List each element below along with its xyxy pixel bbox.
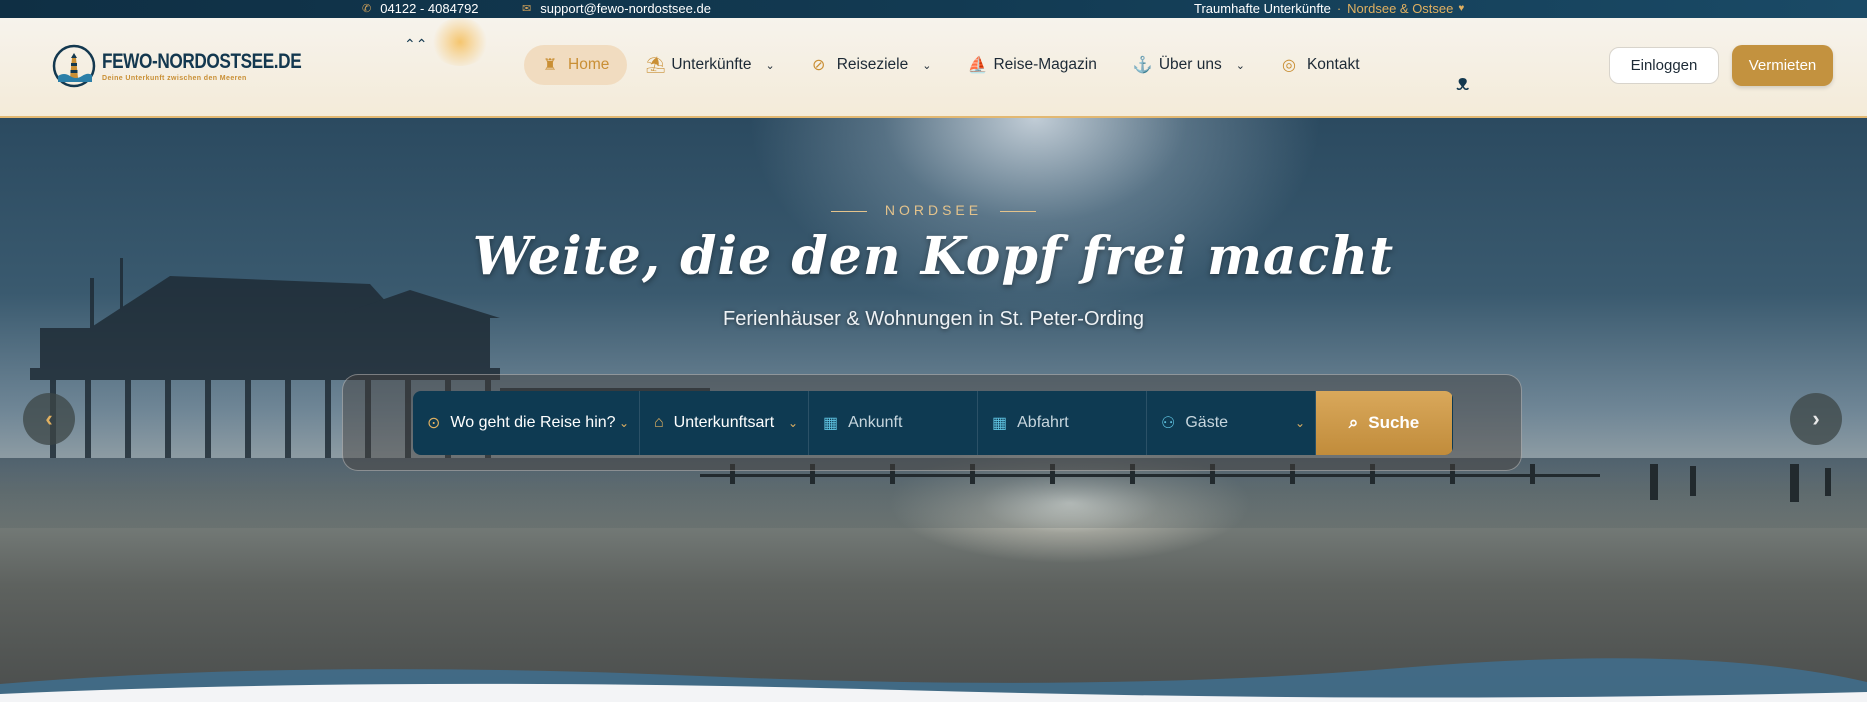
hero-title: Weite, die den Kopf frei macht [472,226,1395,287]
heart-icon: ♥ [1458,3,1465,14]
mail-icon: ✉ [522,3,532,15]
compass-icon: ⊘ [812,57,826,74]
separator-dot: · [1336,1,1342,16]
phone-contact[interactable]: ✆ 04122 - 4084792 [362,1,479,16]
crab-decoration-icon: ᴥ [1456,70,1470,95]
slider-next-button[interactable]: › [1790,393,1842,445]
nav-item-home[interactable]: ♜ Home [524,45,628,85]
chevron-right-icon: › [1812,406,1820,431]
calendar-icon: ▦ [823,415,839,432]
search-panel: ⊙ Wo geht die Reise hin? ⌄ ⌂ Unterkunfts… [342,374,1522,471]
anchor-icon: ⚓ [1132,57,1153,74]
accommodation-type-value: Unterkunftsart [673,414,775,431]
tagline-text: Traumhafte Unterkünfte [1194,1,1331,16]
search-icon: ⌕ [1348,413,1359,432]
accommodation-type-select[interactable]: ⌂ Unterkunftsart ⌄ [640,391,809,455]
slider-prev-button[interactable]: ‹ [23,393,75,445]
destination-select[interactable]: ⊙ Wo geht die Reise hin? ⌄ [413,391,640,455]
arrival-placeholder: Ankunft [848,414,903,431]
logo-subtitle: Deine Unterkunft zwischen den Meeren [102,75,247,82]
birds-decoration-icon: ⌃⌃ [404,36,428,52]
search-button-label: Suche [1368,413,1420,432]
arrival-date-input[interactable]: ▦ Ankunft [809,391,978,455]
nav-label: Kontakt [1306,56,1360,73]
hero-kicker: NORDSEE [0,202,1867,218]
chevron-down-icon: ⌄ [1235,59,1245,72]
nav-item-reiseziele[interactable]: ⊘ Reiseziele ⌄ [793,45,950,85]
calendar-icon: ▦ [992,415,1008,432]
departure-date-input[interactable]: ▦ Abfahrt [978,391,1147,455]
top-info-bar: ✆ 04122 - 4084792 ✉ support@fewo-nordost… [0,0,1867,18]
main-navigation: ♜ Home ⛱ Unterkünfte ⌄ ⊘ Reiseziele ⌄ ⛵ … [524,45,1378,85]
rent-button[interactable]: Vermieten [1732,45,1833,86]
nav-item-reise-magazin[interactable]: ⛵ Reise-Magazin [949,45,1114,85]
nav-item-ueber-uns[interactable]: ⚓ Über uns ⌄ [1115,45,1263,85]
lighthouse-logo-icon [52,44,96,88]
users-icon: ⚇ [1161,415,1176,432]
tagline-accent: Nordsee & Ostsee [1347,1,1454,16]
kicker-line [830,210,867,212]
chevron-down-icon: ⌄ [1294,416,1305,430]
house-icon: ⌂ [654,414,664,431]
nav-label: Home [568,56,610,73]
guests-placeholder: Gäste [1185,414,1229,431]
bottom-wave-divider [0,658,1867,702]
phone-number[interactable]: 04122 - 4084792 [380,1,478,16]
beach-chair-icon: ⛱ [645,57,666,74]
sun-decoration-icon [430,18,490,66]
email-address[interactable]: support@fewo-nordostsee.de [540,1,711,16]
hero-section: NORDSEE Weite, die den Kopf frei macht F… [0,118,1867,702]
sailboat-icon: ⛵ [967,57,988,74]
guests-select[interactable]: ⚇ Gäste ⌄ [1147,391,1316,455]
site-header: FEWO-NORDOSTSEE.DE Deine Unterkunft zwis… [0,18,1867,118]
lighthouse-icon: ♜ [542,57,558,74]
kicker-line [1000,210,1037,212]
destination-value: Wo geht die Reise hin? [450,414,616,431]
chevron-left-icon: ‹ [45,406,53,431]
login-button[interactable]: Einloggen [1609,47,1719,84]
nav-label: Reise-Magazin [993,56,1097,73]
chevron-down-icon: ⌄ [922,59,932,72]
nav-label: Unterkünfte [671,56,752,73]
departure-placeholder: Abfahrt [1017,414,1069,431]
hero-subtitle: Ferienhäuser & Wohnungen in St. Peter-Or… [723,308,1144,330]
phone-icon: ✆ [362,3,372,15]
kicker-text: NORDSEE [884,202,983,218]
nav-item-kontakt[interactable]: ◎ Kontakt [1263,45,1378,85]
search-form: ⊙ Wo geht die Reise hin? ⌄ ⌂ Unterkunfts… [413,391,1453,455]
site-logo[interactable]: FEWO-NORDOSTSEE.DE Deine Unterkunft zwis… [52,44,345,88]
chevron-down-icon: ⌄ [618,416,629,430]
nav-label: Reiseziele [836,56,909,73]
search-button[interactable]: ⌕ Suche [1316,391,1452,455]
nav-item-unterkuenfte[interactable]: ⛱ Unterkünfte ⌄ [627,45,792,85]
logo-title: FEWO-NORDOSTSEE.DE [102,50,302,73]
email-contact[interactable]: ✉ support@fewo-nordostsee.de [522,1,711,16]
chevron-down-icon: ⌄ [765,59,775,72]
nav-label: Über uns [1158,56,1222,73]
topbar-tagline: Traumhafte Unterkünfte · Nordsee & Ostse… [1194,1,1464,16]
chevron-down-icon: ⌄ [787,416,798,430]
lifebuoy-icon: ◎ [1281,57,1296,74]
map-pin-icon: ⊙ [427,415,441,432]
